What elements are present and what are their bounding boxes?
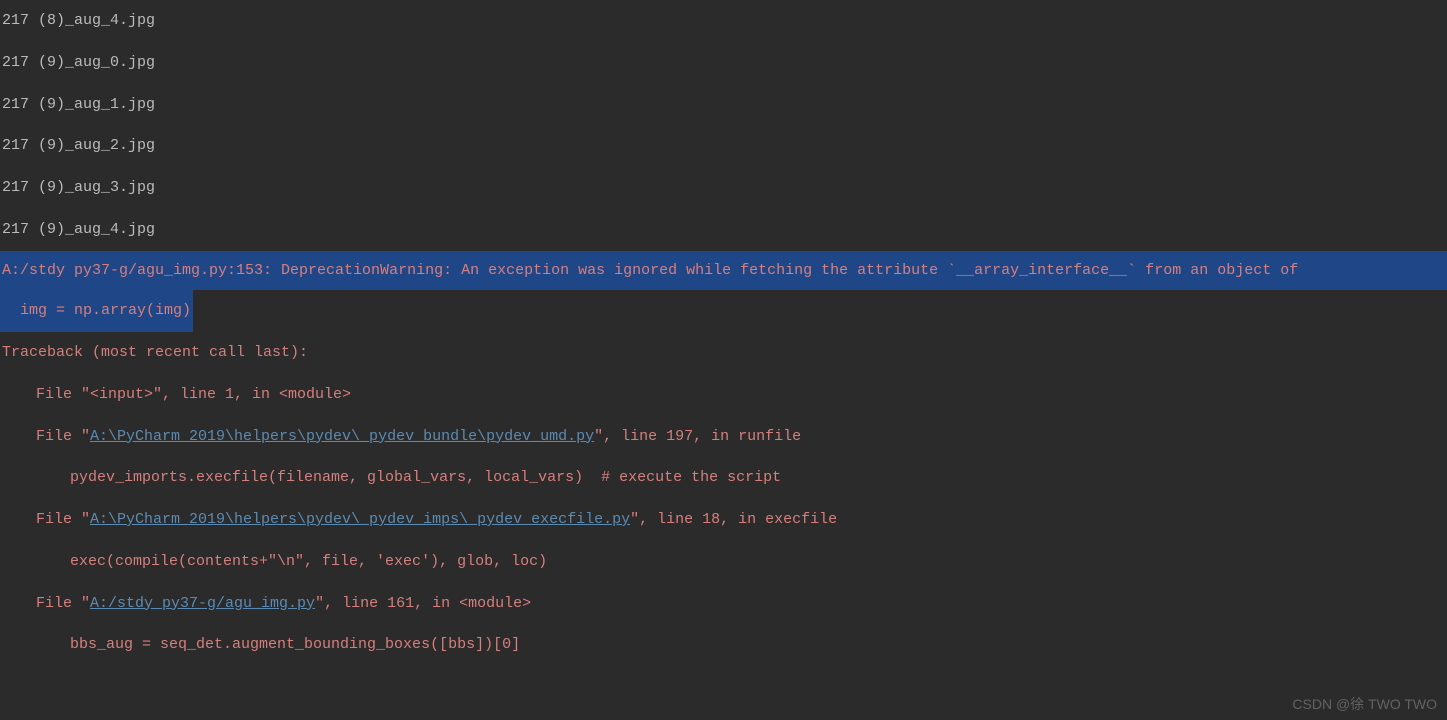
traceback-file-line: File "<input>", line 1, in <module> <box>0 374 1447 416</box>
output-line: 217 (9)_aug_0.jpg <box>0 42 1447 84</box>
deprecation-warning-block: A:/stdy py37-g/agu_img.py:153: Deprecati… <box>0 251 1447 333</box>
traceback-code-line: exec(compile(contents+"\n", file, 'exec'… <box>0 541 1447 583</box>
output-line: 217 (8)_aug_4.jpg <box>0 0 1447 42</box>
traceback-file-line: File "A:/stdy py37-g/agu_img.py", line 1… <box>0 583 1447 625</box>
output-line: 217 (9)_aug_2.jpg <box>0 125 1447 167</box>
traceback-file-line: File "A:\PyCharm 2019\helpers\pydev\_pyd… <box>0 499 1447 541</box>
console-output[interactable]: 217 (8)_aug_4.jpg217 (9)_aug_0.jpg217 (9… <box>0 0 1447 666</box>
traceback-file-link[interactable]: A:\PyCharm 2019\helpers\pydev\_pydev_bun… <box>90 428 594 445</box>
traceback-file-link[interactable]: A:\PyCharm 2019\helpers\pydev\_pydev_imp… <box>90 511 630 528</box>
traceback-file-link[interactable]: A:/stdy py37-g/agu_img.py <box>90 595 315 612</box>
traceback-code-line: bbs_aug = seq_det.augment_bounding_boxes… <box>0 624 1447 666</box>
output-line: 217 (9)_aug_4.jpg <box>0 209 1447 251</box>
traceback-code-line: pydev_imports.execfile(filename, global_… <box>0 457 1447 499</box>
output-line: 217 (9)_aug_1.jpg <box>0 84 1447 126</box>
traceback-header: Traceback (most recent call last): <box>0 332 1447 374</box>
warning-line-2: img = np.array(img) <box>0 290 193 332</box>
traceback-file-line: File "A:\PyCharm 2019\helpers\pydev\_pyd… <box>0 416 1447 458</box>
watermark: CSDN @徐 TWO TWO <box>1292 694 1437 714</box>
output-line: 217 (9)_aug_3.jpg <box>0 167 1447 209</box>
warning-line-1: A:/stdy py37-g/agu_img.py:153: Deprecati… <box>2 260 1447 282</box>
